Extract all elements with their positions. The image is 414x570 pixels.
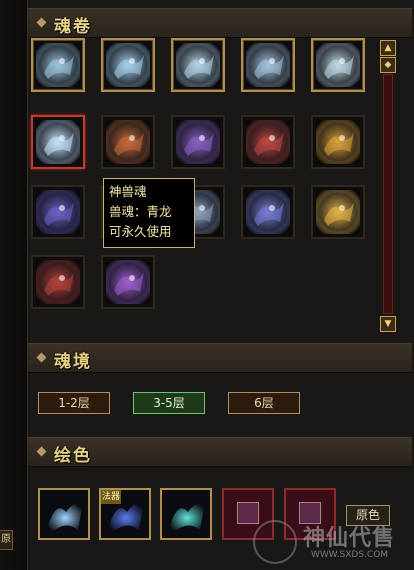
color-swatch[interactable] [160,488,212,540]
scroll-track[interactable] [383,74,393,314]
section-title: 绘色 [54,446,92,466]
color-swatch[interactable] [38,488,90,540]
soul-realm-header: 魂境 [28,343,412,373]
soul-slot[interactable] [241,115,295,169]
watermark: 神仙代售 WWW.SXDS.COM [253,520,411,566]
soul-slot[interactable] [311,38,365,92]
white-horse-soul-icon [106,43,150,87]
section-title: 魂境 [54,352,92,372]
left-side-tab[interactable]: 原 [0,530,13,550]
diamond-icon [36,17,47,28]
soul-slot[interactable] [31,255,85,309]
soul-slot[interactable] [311,115,365,169]
soul-slot[interactable] [101,255,155,309]
violet-fox-soul-icon [246,190,290,234]
tier-button-3-5[interactable]: 3-5层 [133,392,205,414]
watermark-title: 神仙代售 [303,525,396,551]
left-side-panel: 原 [0,0,27,570]
violet-deer-soul-icon [36,190,80,234]
tooltip-category: 神兽魂 [109,184,147,199]
soul-slot[interactable] [311,185,365,239]
soul-grid [31,38,375,340]
diamond-icon [36,352,47,363]
color-swatch[interactable]: 法器 [99,488,151,540]
soul-slot[interactable] [31,115,85,169]
soul-tooltip: 神兽魂 兽魂：青龙 可永久使用 [103,178,195,248]
soul-slot[interactable] [171,115,225,169]
tier-button-6[interactable]: 6层 [228,392,300,414]
ice-butterfly-icon [42,492,86,536]
tooltip-duration: 可永久使用 [109,224,172,239]
scroll-top-button[interactable]: ◆ [380,57,396,73]
fire-fox-soul-icon [106,120,150,164]
white-bear-soul-icon [36,43,80,87]
golden-phoenix-soul-icon [316,120,360,164]
soul-scroll-header: 魂卷 [28,8,412,38]
soul-slot[interactable] [241,185,295,239]
white-butterfly-soul-icon [176,43,220,87]
white-wolf-soul-icon [246,43,290,87]
golden-fox-soul-icon [316,190,360,234]
crimson-phoenix-soul-icon [246,120,290,164]
azure-dragon-soul-icon [36,120,80,164]
soul-slot[interactable] [101,38,155,92]
teal-butterfly-icon [164,492,208,536]
diamond-icon [36,446,47,457]
soul-grid-scrollbar[interactable]: ▲ ◆ ▼ [380,40,396,332]
watermark-logo-icon [253,520,297,564]
soul-slot[interactable] [31,38,85,92]
tooltip-soul-name: 兽魂：青龙 [109,204,172,219]
soul-slot[interactable] [171,38,225,92]
section-title: 魂卷 [54,17,92,37]
watermark-url: WWW.SXDS.COM [311,550,389,560]
tier-button-1-2[interactable]: 1-2层 [38,392,110,414]
soul-slot[interactable] [241,38,295,92]
red-wolf-soul-icon [36,260,80,304]
swatch-badge: 法器 [101,490,121,504]
white-deer-soul-icon [316,43,360,87]
violet-butterfly-soul-icon [176,120,220,164]
soul-slot[interactable] [101,115,155,169]
paint-color-header: 绘色 [28,437,412,467]
scroll-down-button[interactable]: ▼ [380,316,396,332]
purple-fox-soul-icon [106,260,150,304]
soul-slot[interactable] [31,185,85,239]
scroll-up-button[interactable]: ▲ [380,40,396,56]
